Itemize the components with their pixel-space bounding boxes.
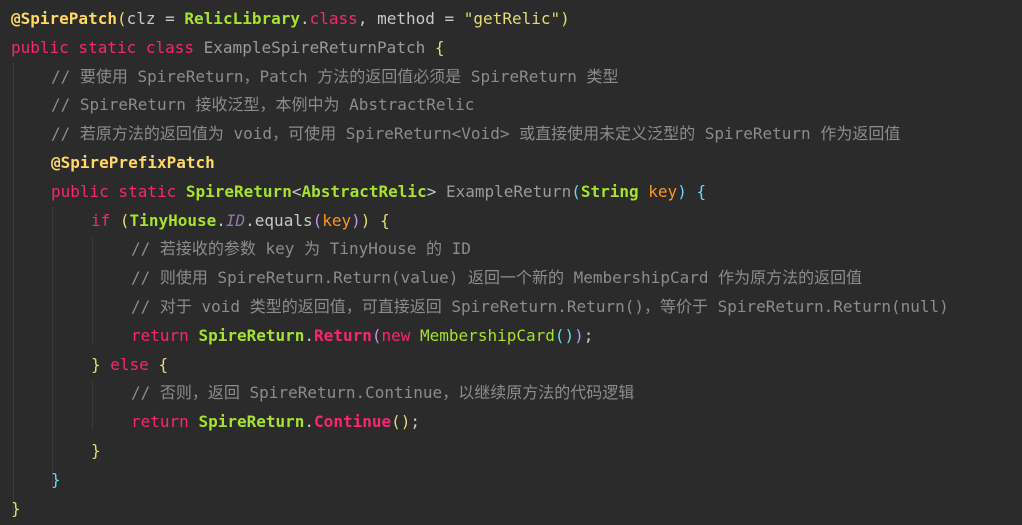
code-line[interactable]: @SpirePrefixPatch [11,149,949,178]
code-token: ( [312,210,323,230]
code-line[interactable]: } else { [11,351,949,380]
code-token: ( [571,181,581,201]
code-line[interactable]: return SpireReturn.Return(new Membership… [11,322,949,351]
code-token: else [100,354,159,374]
code-token: .equals [245,210,313,230]
code-token: "getRelic" [463,9,561,28]
code-token: public static class [11,37,204,57]
code-token: // 对于 void 类型的返回值，可直接返回 SpireReturn.Retu… [131,296,949,316]
code-line[interactable]: // 否则，返回 SpireReturn.Continue，以继续原方法的代码逻… [11,379,949,408]
code-token: MembershipCard [420,325,555,345]
code-token: () [554,325,575,345]
code-token: RelicLibrary [184,9,300,28]
code-token: ; [583,325,594,345]
code-token: // 要使用 SpireReturn，Patch 方法的返回值必须是 Spire… [51,66,619,86]
code-token: class [309,9,358,28]
code-token: return [131,412,199,432]
code-token: Continue [314,412,392,432]
code-line[interactable]: public static class ExampleSpireReturnPa… [11,34,949,63]
code-token: ( [119,210,130,230]
code-token: } [91,354,101,374]
code-area[interactable]: @SpirePatch(clz = RelicLibrary.class, me… [11,5,949,523]
code-token: public static [51,181,186,201]
code-token: SpireReturn [185,181,292,201]
code-editor[interactable]: @SpirePatch(clz = RelicLibrary.class, me… [0,0,1022,525]
code-token: } [91,440,101,460]
code-token: ExampleReturn [445,181,572,201]
code-token: clz = [126,9,185,28]
code-token: new [381,325,421,345]
code-line[interactable]: // 要使用 SpireReturn，Patch 方法的返回值必须是 Spire… [11,63,949,92]
code-token: . [304,325,315,345]
code-token: // 否则，返回 SpireReturn.Continue，以继续原方法的代码逻… [131,383,635,403]
code-line[interactable]: if (TinyHouse.ID.equals(key)) { [11,207,949,236]
code-line[interactable]: } [11,495,949,524]
code-token: Return [314,325,372,345]
code-token: ) [677,181,687,201]
code-token: { [380,210,390,230]
code-token: { [696,181,707,201]
code-token: SpireReturn [198,325,305,345]
code-line[interactable]: // 若接收的参数 key 为 TinyHouse 的 ID [11,235,949,264]
code-line[interactable]: // SpireReturn 接收泛型，本例中为 AbstractRelic [11,91,949,120]
code-line[interactable]: return SpireReturn.Continue(); [11,408,949,437]
code-token: ( [116,9,127,28]
code-token: key [322,210,352,230]
code-token: ) [351,210,361,230]
code-token: } [51,469,61,489]
code-token: AbstractRelic [301,181,427,201]
code-token: () [391,412,411,432]
code-token: , method = [357,9,464,28]
code-line[interactable]: // 若原方法的返回值为 void，可使用 SpireReturn<Void> … [11,120,949,149]
code-token: if [91,210,111,230]
code-token: ) [574,325,584,345]
code-token: { [434,37,445,57]
code-token: SpireReturn [198,412,305,432]
code-token: // SpireReturn 接收泛型，本例中为 AbstractRelic [51,95,475,115]
code-token: . [216,210,226,230]
code-line[interactable]: } [11,437,949,466]
code-token: ) [560,9,570,28]
code-token: return [131,325,199,345]
code-token: ; [410,412,421,432]
code-token: // 若接收的参数 key 为 TinyHouse 的 ID [131,239,471,259]
code-line[interactable]: // 则使用 SpireReturn.Return(value) 返回一个新的 … [11,264,949,293]
code-token: @SpirePatch [11,9,117,28]
code-token: // 若原方法的返回值为 void，可使用 SpireReturn<Void> … [51,124,901,144]
code-token: TinyHouse [129,210,217,230]
code-token: ID [225,210,246,230]
code-token: @SpirePrefixPatch [51,152,215,172]
code-line[interactable]: @SpirePatch(clz = RelicLibrary.class, me… [11,5,949,34]
code-token: } [11,498,21,518]
code-token: . [304,412,315,432]
code-token: . [300,9,310,28]
code-token: { [158,354,169,374]
code-line[interactable]: // 对于 void 类型的返回值，可直接返回 SpireReturn.Retu… [11,293,949,322]
code-token: ) [360,210,371,230]
code-token: key [648,181,678,201]
code-token: > [426,181,446,201]
code-token: ExampleSpireReturnPatch [203,37,426,57]
code-token: // 则使用 SpireReturn.Return(value) 返回一个新的 … [131,268,863,288]
code-line[interactable]: public static SpireReturn<AbstractRelic>… [11,178,949,207]
code-token: String [580,181,639,201]
code-line[interactable]: } [11,466,949,495]
